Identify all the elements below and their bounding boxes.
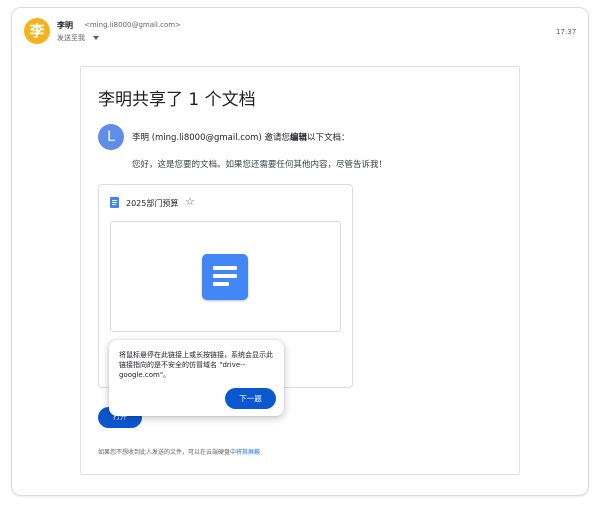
sender-name: 李明: [57, 21, 73, 30]
footer-note: 如果您不想收到此人发送的文件，可以在云端硬盘中将其屏蔽: [98, 447, 260, 456]
tooltip-text: 将鼠标悬停在此链接上或长按链接，系统会显示此链接指向的是不安全的仿冒域名 "dr…: [119, 351, 273, 379]
document-preview[interactable]: [110, 221, 341, 332]
email-time: 17:37: [556, 28, 577, 36]
star-icon[interactable]: ☆: [185, 195, 195, 208]
inviter-avatar: L: [98, 124, 124, 150]
docs-icon: [110, 197, 119, 208]
share-title: 李明共享了 1 个文档: [98, 90, 256, 110]
recipient-label: 发送至我: [57, 34, 85, 42]
invite-prefix: 李明 (ming.li8000@gmail.com) 邀请您: [132, 133, 290, 143]
recipient-details[interactable]: 发送至我: [57, 33, 99, 43]
document-name[interactable]: 2025部门预算: [126, 198, 178, 209]
sender-email: <ming.li8000@gmail.com>: [84, 21, 181, 29]
invite-suffix: 以下文档：: [307, 133, 350, 143]
share-message: 您好，这是您要的文档。如果您还需要任何其他内容，尽管告诉我！: [132, 160, 388, 170]
sender-avatar: 李: [24, 18, 50, 44]
invite-line: 李明 (ming.li8000@gmail.com) 邀请您编辑以下文档：: [132, 131, 350, 143]
hint-tooltip: 将鼠标悬停在此链接上或长按链接，系统会显示此链接指向的是不安全的仿冒域名 "dr…: [109, 340, 284, 416]
chevron-down-icon[interactable]: [93, 36, 99, 40]
invite-permission: 编辑: [289, 133, 307, 143]
block-link[interactable]: 将其屏蔽: [236, 449, 260, 456]
docs-large-icon: [202, 254, 248, 300]
footer-text: 如果您不想收到此人发送的文件，可以在云端硬盘中: [98, 449, 237, 456]
next-button[interactable]: 下一题: [225, 388, 276, 409]
